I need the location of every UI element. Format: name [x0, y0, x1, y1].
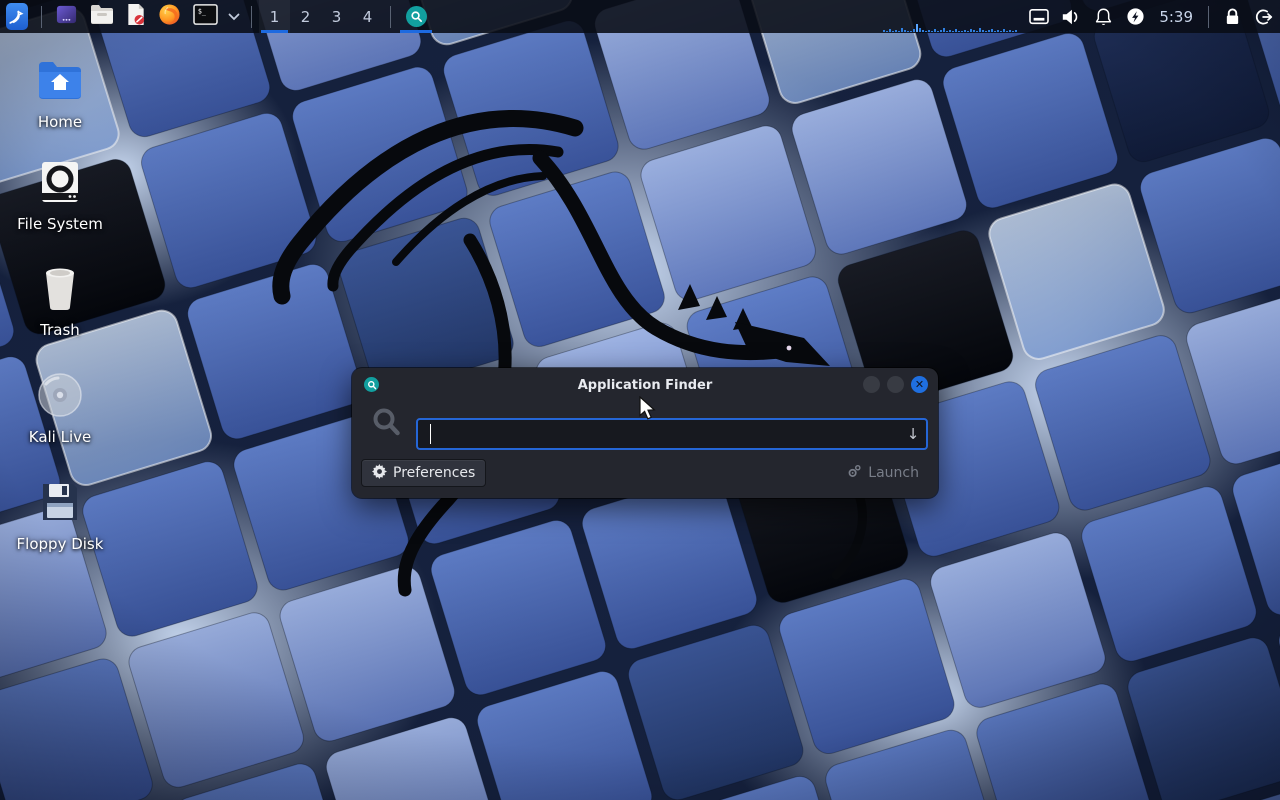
desktop-icon-label: Home [38, 113, 82, 131]
kali-dragon-icon [6, 3, 28, 30]
launch-label: Launch [868, 465, 919, 481]
launcher-terminal[interactable]: $_ [187, 0, 224, 33]
launcher-firefox[interactable] [152, 0, 187, 33]
close-button[interactable]: ✕ [911, 376, 928, 393]
action-row: Preferences Launch [361, 459, 929, 487]
panel-separator [390, 6, 391, 28]
window-title: Application Finder [352, 378, 938, 393]
desktop-icon-label: Kali Live [29, 428, 92, 446]
active-workspace-indicator [261, 30, 288, 33]
top-panel: $_ 1 2 3 4 [0, 0, 1280, 33]
dropdown-arrow-icon[interactable]: ↓ [904, 425, 922, 443]
maximize-button[interactable] [887, 376, 904, 393]
magnifier-teal-icon [406, 6, 427, 27]
purple-window-icon [55, 3, 78, 30]
launch-gears-icon [847, 464, 862, 483]
preferences-button[interactable]: Preferences [361, 459, 486, 487]
workspace-button-2[interactable]: 2 [290, 0, 321, 33]
home-folder-icon [34, 54, 86, 106]
taskbar-application-finder[interactable] [398, 0, 434, 33]
workspace-label: 3 [332, 8, 342, 26]
bell-icon[interactable] [1087, 0, 1119, 33]
application-finder-window: Application Finder ✕ ↓ [352, 368, 938, 498]
launch-button[interactable]: Launch [837, 459, 929, 487]
workspace-label: 1 [270, 8, 280, 26]
desktop-icon-home[interactable]: Home [8, 54, 112, 131]
preferences-label: Preferences [393, 465, 475, 481]
firefox-icon [158, 3, 181, 30]
panel-separator [251, 6, 252, 28]
search-magnifier-icon [370, 406, 404, 444]
text-caret [430, 424, 431, 444]
panel-separator [41, 6, 42, 28]
desktop-icon-trash[interactable]: Trash [8, 262, 112, 339]
desktop-icon-floppy-disk[interactable]: Floppy Disk [8, 476, 112, 553]
launcher-show-desktop[interactable] [49, 0, 84, 33]
launcher-file-manager[interactable] [84, 0, 120, 33]
window-magnifier-teal-icon [364, 377, 379, 392]
workspace-label: 4 [363, 8, 373, 26]
network-monitor-graph[interactable] [883, 0, 1023, 33]
active-window-indicator [400, 30, 432, 33]
search-input[interactable] [416, 418, 928, 450]
workspace-button-3[interactable]: 3 [321, 0, 352, 33]
trash-bin-icon [34, 262, 86, 314]
workspace-button-1[interactable]: 1 [259, 0, 290, 33]
wired-network-icon[interactable] [1023, 0, 1055, 33]
lock-icon[interactable] [1216, 0, 1248, 33]
hard-drive-icon [34, 156, 86, 208]
folder-icon [90, 4, 114, 29]
launcher-text-editor[interactable] [120, 0, 152, 33]
desktop-icon-label: Trash [40, 321, 80, 339]
mouse-cursor [638, 396, 660, 422]
close-icon: ✕ [915, 378, 924, 391]
floppy-disk-icon [34, 476, 86, 528]
applications-menu-button[interactable] [0, 0, 34, 33]
desktop-icon-label: File System [17, 215, 103, 233]
workspace-label: 2 [301, 8, 311, 26]
power-bolt-icon[interactable] [1119, 0, 1151, 33]
svg-text:$_: $_ [198, 8, 207, 16]
panel-separator [1208, 6, 1209, 28]
desktop-icon-kali-live[interactable]: Kali Live [8, 369, 112, 446]
desktop-icon-label: Floppy Disk [17, 535, 104, 553]
clock[interactable]: 5:39 [1151, 8, 1201, 26]
kali-desktop: { "panel": { "launchers": [ { "name": "k… [0, 0, 1280, 800]
gear-icon [372, 464, 387, 483]
desktop-icon-file-system[interactable]: File System [8, 156, 112, 233]
workspace-button-4[interactable]: 4 [352, 0, 383, 33]
logout-arrow-icon[interactable] [1248, 0, 1280, 33]
launcher-dropdown-chevron-icon[interactable] [224, 0, 244, 33]
minimize-button[interactable] [863, 376, 880, 393]
terminal-icon: $_ [193, 3, 218, 30]
speaker-icon[interactable] [1055, 0, 1087, 33]
optical-disc-icon [34, 369, 86, 421]
document-edit-icon [126, 3, 146, 30]
